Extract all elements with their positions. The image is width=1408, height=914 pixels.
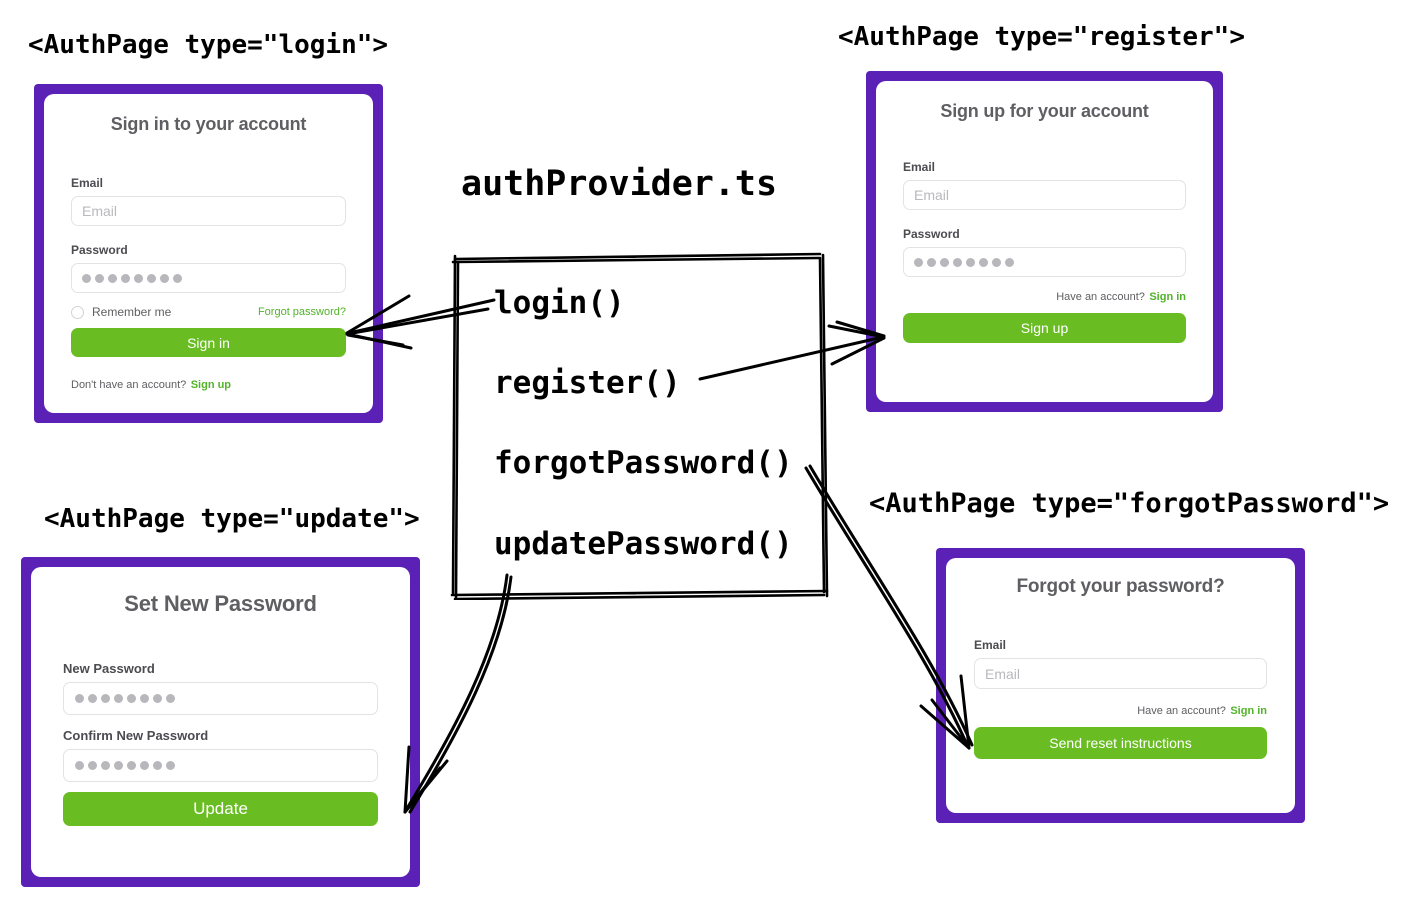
sign-in-button[interactable]: Sign in [71, 328, 346, 357]
login-card-frame: Sign in to your account Email Email Pass… [34, 84, 383, 423]
password-dot [940, 257, 949, 267]
password-dot [979, 257, 988, 267]
update-page-tag: <AuthPage type="update"> [44, 504, 420, 534]
register-footer: Have an account? Sign in [903, 287, 1186, 305]
function-login: login() [494, 285, 625, 321]
password-dot [127, 694, 136, 703]
register-card-frame: Sign up for your account Email Email Pas… [866, 71, 1223, 412]
password-dot [166, 761, 175, 770]
forgot-card-frame: Forgot your password? Email Email Have a… [936, 548, 1305, 823]
register-email-input[interactable]: Email [903, 180, 1186, 210]
password-dot [101, 694, 110, 703]
forgot-title: Forgot your password? [1016, 576, 1225, 597]
login-page-tag: <AuthPage type="login"> [28, 30, 389, 60]
forgot-email-label: Email [974, 638, 1007, 652]
password-dot [166, 694, 175, 703]
login-footer-text: Don't have an account? [71, 379, 187, 391]
function-forgot-password: forgotPassword() [494, 445, 793, 481]
new-password-dots [75, 694, 175, 703]
password-dot [140, 694, 149, 703]
password-dot [153, 694, 162, 703]
login-email-input[interactable]: Email [71, 196, 346, 226]
register-password-dots [914, 257, 1014, 267]
password-dot [153, 761, 162, 770]
login-title: Sign in to your account [110, 114, 307, 134]
password-dot [953, 257, 962, 267]
password-dot [147, 273, 156, 283]
register-password-label: Password [903, 227, 960, 241]
password-dot [114, 694, 123, 703]
forgot-page-tag: <AuthPage type="forgotPassword"> [869, 488, 1390, 519]
auth-provider-title: authProvider.ts [461, 164, 778, 204]
remember-me-checkbox[interactable] [71, 305, 84, 319]
password-dot [88, 694, 97, 703]
register-title: Sign up for your account [940, 101, 1149, 121]
password-dot [108, 273, 117, 283]
forgot-footer: Have an account? Sign in [974, 701, 1267, 719]
forgot-email-input[interactable]: Email [974, 658, 1267, 689]
login-password-input[interactable] [71, 263, 346, 293]
password-dot [173, 273, 182, 283]
password-dot [75, 761, 84, 770]
update-title: Set New Password [124, 591, 317, 616]
register-email-label: Email [903, 160, 936, 174]
forgot-footer-signin-link[interactable]: Sign in [1230, 705, 1267, 717]
diagram-canvas: <AuthPage type="login"> Sign in to your … [0, 0, 1408, 914]
login-card: Sign in to your account Email Email Pass… [44, 94, 373, 413]
login-footer-signup-link[interactable]: Sign up [191, 379, 231, 391]
password-dot [95, 273, 104, 283]
login-footer: Don't have an account? Sign up [71, 375, 346, 393]
forgot-footer-text: Have an account? [1137, 705, 1226, 717]
password-dot [160, 273, 169, 283]
new-password-input[interactable] [63, 682, 378, 715]
function-update-password: updatePassword() [494, 526, 793, 562]
send-reset-instructions-button[interactable]: Send reset instructions [974, 727, 1267, 759]
password-dot [1005, 257, 1014, 267]
confirm-password-input[interactable] [63, 749, 378, 782]
confirm-password-dots [75, 761, 175, 770]
login-password-label: Password [71, 243, 128, 257]
password-dot [140, 761, 149, 770]
password-dot [121, 273, 130, 283]
sign-up-button[interactable]: Sign up [903, 313, 1186, 343]
password-dot [114, 761, 123, 770]
register-password-input[interactable] [903, 247, 1186, 277]
password-dot [82, 273, 91, 283]
password-dot [134, 273, 143, 283]
confirm-password-label: Confirm New Password [63, 728, 209, 743]
register-page-tag: <AuthPage type="register"> [838, 22, 1245, 52]
login-options-row: Remember me Forgot password? [71, 305, 346, 319]
password-dot [88, 761, 97, 770]
register-card: Sign up for your account Email Email Pas… [876, 81, 1213, 402]
password-dot [127, 761, 136, 770]
register-footer-text: Have an account? [1056, 291, 1145, 303]
forgot-card: Forgot your password? Email Email Have a… [946, 558, 1295, 813]
password-dot [101, 761, 110, 770]
register-email-placeholder: Email [914, 187, 950, 203]
password-dot [75, 694, 84, 703]
password-dot [992, 257, 1001, 267]
function-register: register() [494, 365, 681, 401]
password-dot [914, 257, 923, 267]
login-email-placeholder: Email [82, 203, 118, 219]
update-card: Set New Password New Password Confirm Ne… [31, 567, 410, 877]
register-footer-signin-link[interactable]: Sign in [1149, 291, 1186, 303]
login-email-label: Email [71, 176, 104, 190]
update-card-frame: Set New Password New Password Confirm Ne… [21, 557, 420, 887]
new-password-label: New Password [63, 661, 155, 676]
password-dot [966, 257, 975, 267]
forgot-email-placeholder: Email [985, 665, 1021, 682]
login-password-dots [82, 273, 182, 283]
password-dot [927, 257, 936, 267]
update-button[interactable]: Update [63, 792, 378, 826]
arrow-updatepassword-to-update [403, 573, 513, 814]
remember-me-label: Remember me [92, 305, 172, 319]
forgot-password-link[interactable]: Forgot password? [258, 306, 346, 318]
